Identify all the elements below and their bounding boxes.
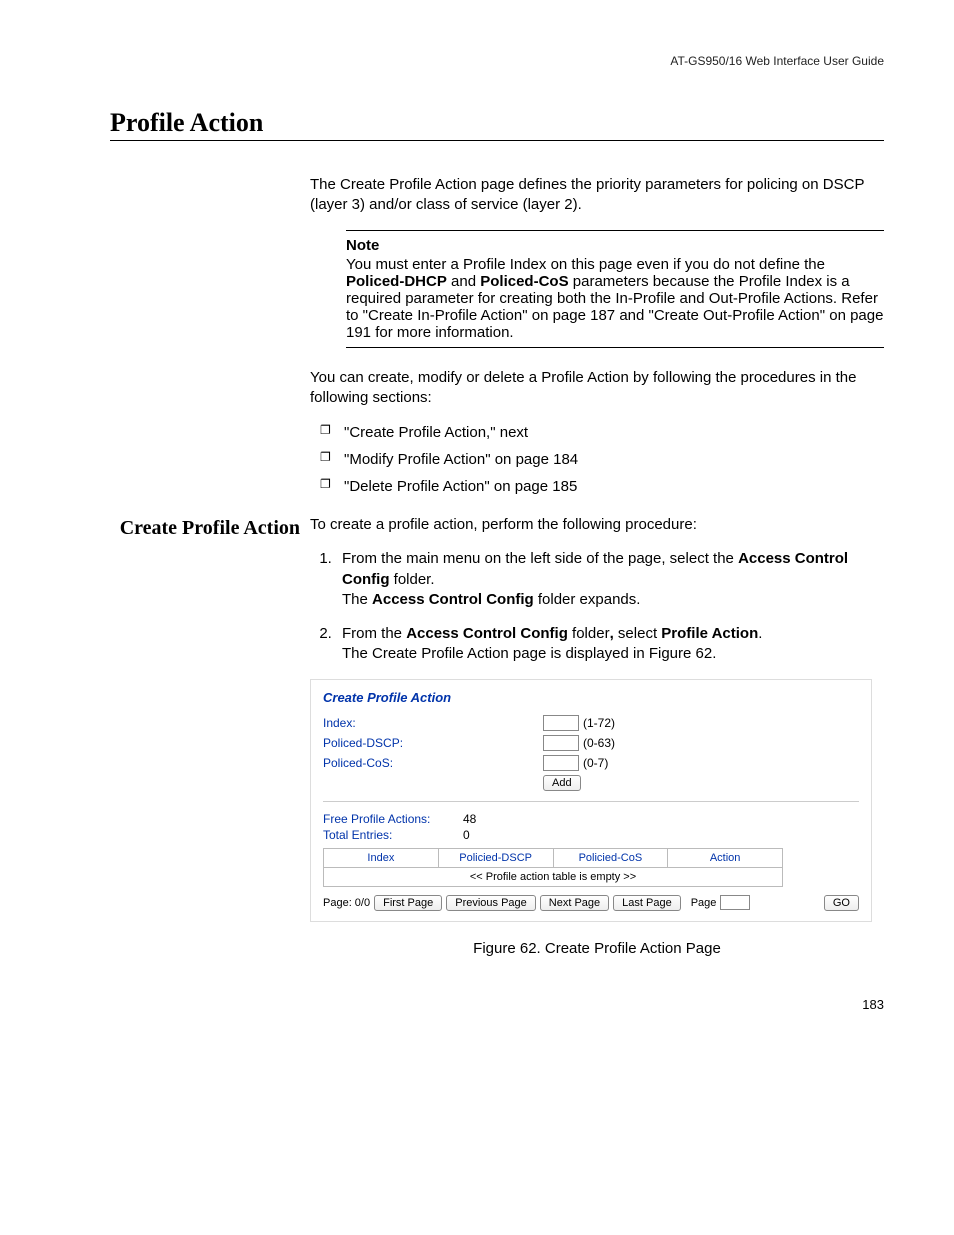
subsection-heading: Create Profile Action [110, 515, 300, 541]
last-page-button[interactable]: Last Page [613, 895, 681, 911]
add-button[interactable]: Add [543, 775, 581, 791]
page-number: 183 [110, 997, 884, 1012]
dscp-label: Policed-DSCP: [323, 736, 543, 750]
doc-header: AT-GS950/16 Web Interface User Guide [110, 54, 884, 68]
next-page-button[interactable]: Next Page [540, 895, 609, 911]
list-item: "Delete Profile Action" on page 185 [320, 476, 884, 497]
note-box: Note You must enter a Profile Index on t… [346, 230, 884, 348]
go-button[interactable]: GO [824, 895, 859, 911]
dscp-input[interactable] [543, 735, 579, 751]
procedure-steps: From the main menu on the left side of t… [310, 549, 884, 664]
step-2: From the Access Control Config folder, s… [336, 624, 884, 665]
cos-input[interactable] [543, 755, 579, 771]
intro-paragraph: The Create Profile Action page defines t… [310, 175, 884, 216]
figure-caption: Figure 62. Create Profile Action Page [310, 940, 884, 957]
lead-paragraph-2: You can create, modify or delete a Profi… [310, 368, 884, 409]
note-body: You must enter a Profile Index on this p… [346, 256, 884, 341]
free-profile-label: Free Profile Actions: [323, 812, 463, 826]
first-page-button[interactable]: First Page [374, 895, 442, 911]
procedure-intro: To create a profile action, perform the … [310, 515, 884, 535]
page-label: Page [691, 897, 717, 909]
col-index: Index [324, 848, 439, 867]
index-input[interactable] [543, 715, 579, 731]
list-item: "Modify Profile Action" on page 184 [320, 449, 884, 470]
bullet-list: "Create Profile Action," next "Modify Pr… [320, 422, 884, 497]
cos-label: Policed-CoS: [323, 756, 543, 770]
list-item: "Create Profile Action," next [320, 422, 884, 443]
index-range: (1-72) [583, 716, 615, 730]
total-entries-value: 0 [463, 828, 470, 842]
pager: Page: 0/0 First Page Previous Page Next … [323, 895, 859, 911]
index-label: Index: [323, 716, 543, 730]
page-title-h1: Profile Action [110, 108, 884, 141]
previous-page-button[interactable]: Previous Page [446, 895, 536, 911]
table-empty-row: << Profile action table is empty >> [324, 867, 783, 886]
step-1: From the main menu on the left side of t… [336, 549, 884, 610]
figure-panel: Create Profile Action Index: (1-72) Poli… [310, 679, 872, 922]
page-indicator: Page: 0/0 [323, 897, 370, 909]
panel-title: Create Profile Action [323, 690, 859, 705]
note-title: Note [346, 237, 884, 254]
col-action: Action [668, 848, 783, 867]
col-cos: Policied-CoS [553, 848, 668, 867]
col-dscp: Policied-DSCP [438, 848, 553, 867]
page-number-input[interactable] [720, 895, 750, 910]
free-profile-value: 48 [463, 812, 476, 826]
cos-range: (0-7) [583, 756, 608, 770]
profile-table: Index Policied-DSCP Policied-CoS Action … [323, 848, 783, 887]
total-entries-label: Total Entries: [323, 828, 463, 842]
dscp-range: (0-63) [583, 736, 615, 750]
